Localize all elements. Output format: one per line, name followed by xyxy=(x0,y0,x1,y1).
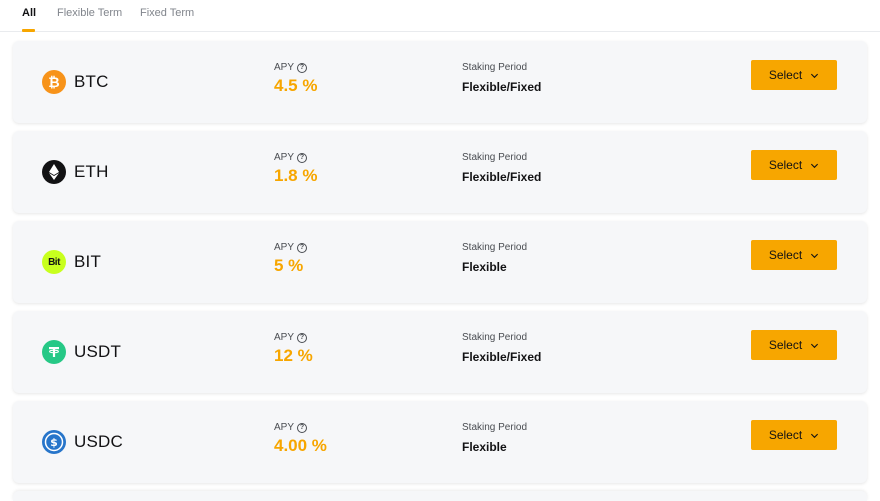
svg-text:$: $ xyxy=(50,436,58,449)
staking-period-label: Staking Period xyxy=(462,422,528,433)
coin-name: ETH xyxy=(74,162,109,181)
staking-product-list: ₿ BTC APY ? 4.5 % Staking Period Flexibl… xyxy=(13,41,867,491)
active-tab-indicator xyxy=(22,29,35,32)
product-card-usdt: USDT APY ? 12 % Staking Period Flexible/… xyxy=(13,311,867,393)
help-icon[interactable]: ? xyxy=(297,422,308,433)
apy-label-group: APY ? xyxy=(274,152,308,163)
apy-value: 12 % xyxy=(274,346,313,365)
select-button-label: Select xyxy=(768,158,803,172)
apy-label-group: APY ? xyxy=(274,62,308,73)
select-button-label: Select xyxy=(768,248,803,262)
product-card-btc: ₿ BTC APY ? 4.5 % Staking Period Flexibl… xyxy=(13,41,867,123)
apy-label-group: APY ? xyxy=(274,422,308,433)
term-tabs: All Flexible Term Fixed Term xyxy=(0,0,880,32)
staking-period-value: Flexible xyxy=(462,440,507,454)
chevron-down-icon xyxy=(811,433,819,438)
tab-all[interactable]: All xyxy=(22,7,36,19)
bit-icon: Bit xyxy=(42,250,66,274)
chevron-down-icon xyxy=(811,73,819,78)
coin-name: BIT xyxy=(74,252,102,271)
apy-value: 5 % xyxy=(274,256,304,275)
select-button[interactable]: Select xyxy=(751,330,837,360)
select-button-label: Select xyxy=(768,338,803,352)
staking-period-label: Staking Period xyxy=(462,332,528,343)
product-card-partial xyxy=(13,491,867,501)
tab-flexible-term[interactable]: Flexible Term xyxy=(57,7,122,19)
product-card-usdc: $ USDC APY ? 4.00 % Staking Period Flexi… xyxy=(13,401,867,483)
apy-label-group: APY ? xyxy=(274,332,308,343)
apy-label-group: APY ? xyxy=(274,242,308,253)
eth-icon xyxy=(42,160,66,184)
tab-fixed-term[interactable]: Fixed Term xyxy=(140,7,194,19)
select-button[interactable]: Select xyxy=(751,60,837,90)
select-button[interactable]: Select xyxy=(751,420,837,450)
btc-icon: ₿ xyxy=(42,70,66,94)
staking-period-value: Flexible/Fixed xyxy=(462,350,542,364)
product-card-eth: ETH APY ? 1.8 % Staking Period Flexible/… xyxy=(13,131,867,213)
chevron-down-icon xyxy=(811,253,819,258)
product-card-bit: Bit BIT APY ? 5 % Staking Period Flexibl… xyxy=(13,221,867,303)
coin-name: USDC xyxy=(74,432,123,451)
select-button-label: Select xyxy=(768,428,803,442)
coin-name: BTC xyxy=(74,72,109,91)
help-icon[interactable]: ? xyxy=(297,242,308,253)
apy-value: 1.8 % xyxy=(274,166,318,185)
apy-value: 4.00 % xyxy=(274,436,327,455)
usdc-icon: $ xyxy=(42,430,66,454)
help-icon[interactable]: ? xyxy=(297,62,308,73)
usdt-icon xyxy=(42,340,66,364)
help-icon[interactable]: ? xyxy=(297,152,308,163)
apy-label: APY xyxy=(274,422,295,433)
select-button[interactable]: Select xyxy=(751,150,837,180)
apy-label: APY xyxy=(274,62,295,73)
staking-period-label: Staking Period xyxy=(462,62,528,73)
apy-value: 4.5 % xyxy=(274,76,318,95)
chevron-down-icon xyxy=(811,163,819,168)
staking-period-label: Staking Period xyxy=(462,242,528,253)
staking-period-label: Staking Period xyxy=(462,152,528,163)
staking-period-value: Flexible/Fixed xyxy=(462,80,542,94)
staking-period-value: Flexible xyxy=(462,260,507,274)
select-button[interactable]: Select xyxy=(751,240,837,270)
chevron-down-icon xyxy=(811,343,819,348)
help-icon[interactable]: ? xyxy=(297,332,308,343)
staking-period-value: Flexible/Fixed xyxy=(462,170,542,184)
apy-label: APY xyxy=(274,332,295,343)
select-button-label: Select xyxy=(768,68,803,82)
apy-label: APY xyxy=(274,242,295,253)
apy-label: APY xyxy=(274,152,295,163)
coin-name: USDT xyxy=(74,342,122,361)
